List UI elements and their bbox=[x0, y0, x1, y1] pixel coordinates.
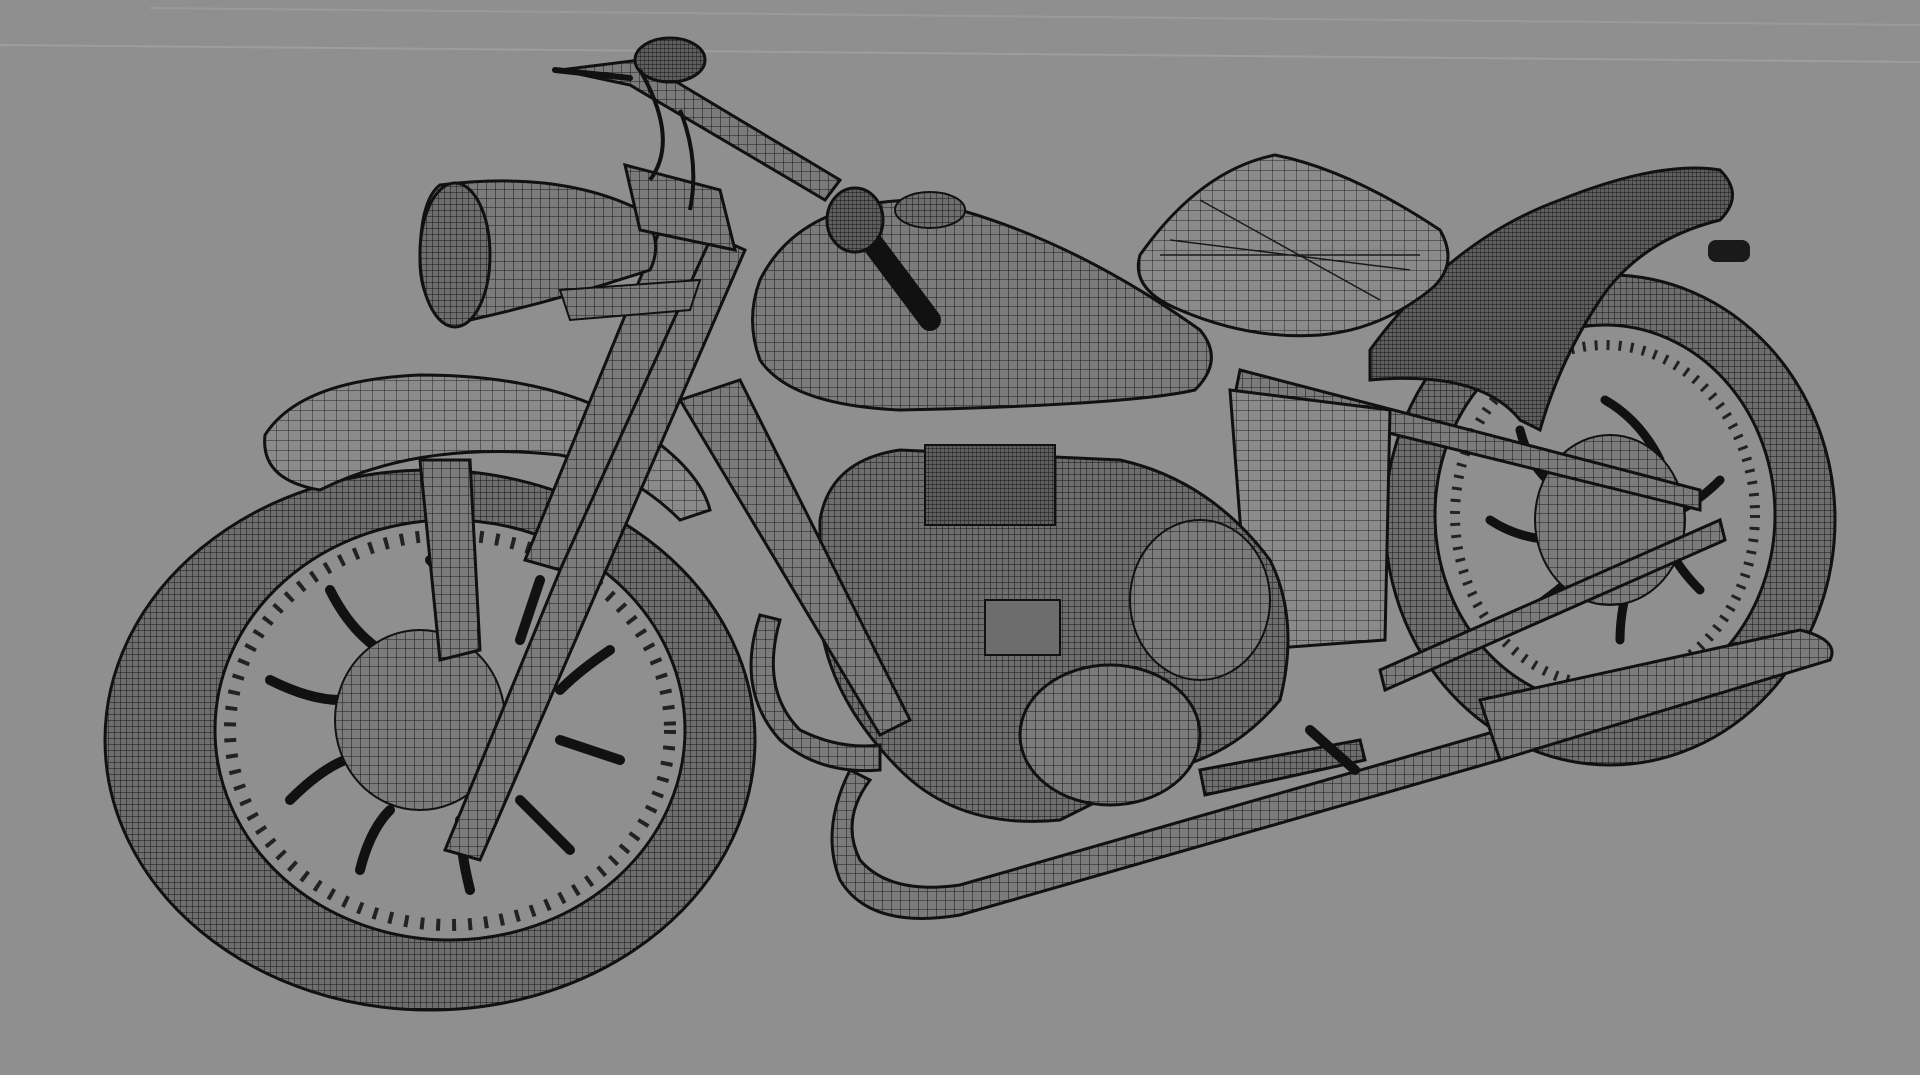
cylinder-head bbox=[1018, 663, 1202, 807]
seat[interactable] bbox=[1136, 153, 1450, 338]
fuel-tank[interactable] bbox=[751, 191, 1213, 412]
grid-lines bbox=[0, 7, 1920, 63]
fuel-cap bbox=[894, 191, 966, 229]
tail-light bbox=[1708, 240, 1750, 262]
carburetor bbox=[924, 444, 1056, 526]
viewport-canvas[interactable] bbox=[0, 0, 1920, 1075]
engine[interactable] bbox=[818, 444, 1290, 823]
3d-viewport[interactable] bbox=[0, 0, 1920, 1075]
ignition-box bbox=[984, 599, 1061, 656]
